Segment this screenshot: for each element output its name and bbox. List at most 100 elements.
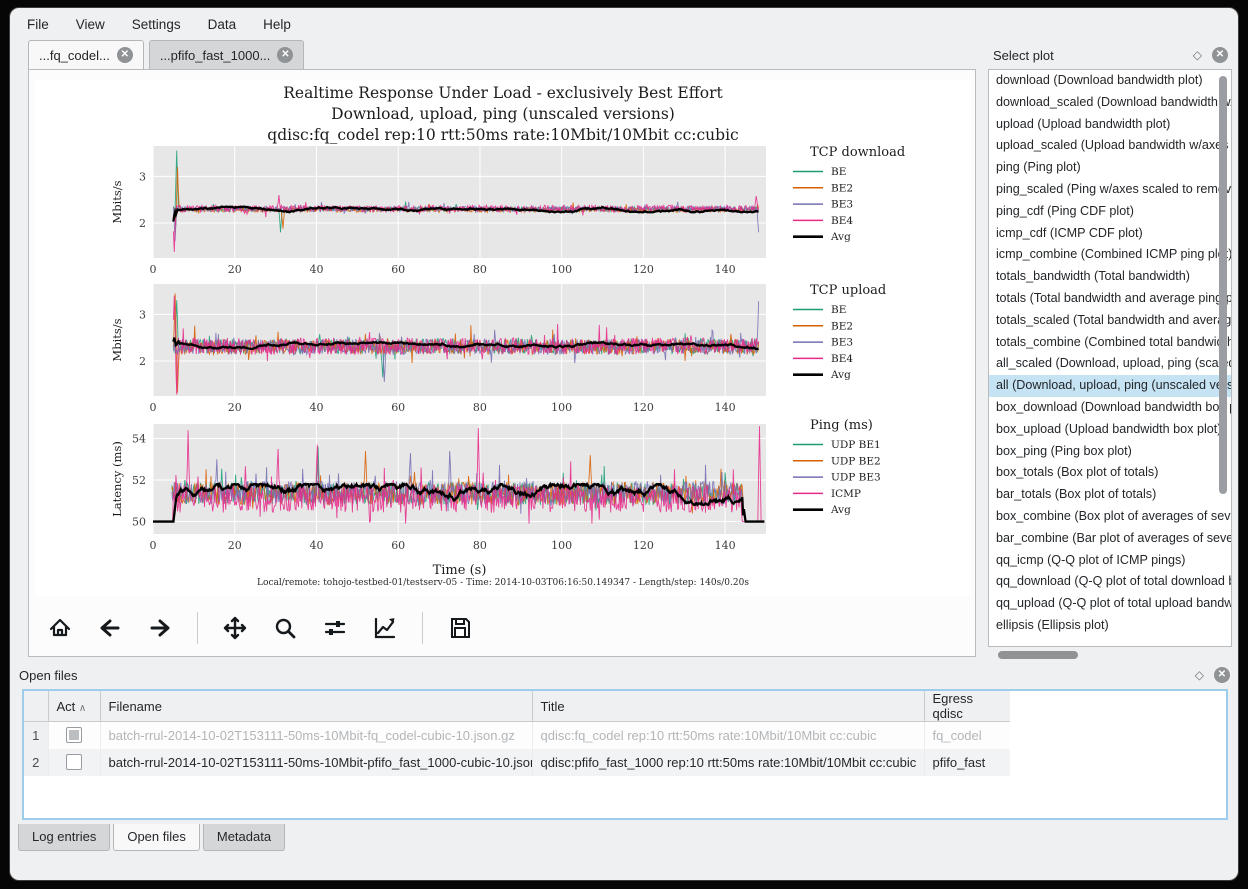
svg-text:100: 100 — [551, 539, 572, 552]
plot-list-item[interactable]: totals_combine (Combined total bandwidth… — [989, 332, 1231, 354]
svg-text:TCP upload: TCP upload — [810, 283, 886, 298]
back-button[interactable] — [93, 611, 127, 645]
filename-column-header[interactable]: Filename — [100, 691, 532, 722]
tab-close-icon[interactable]: ✕ — [117, 47, 133, 63]
dock-close-icon[interactable]: ✕ — [1214, 667, 1230, 683]
menu-file[interactable]: File — [27, 17, 49, 32]
svg-text:Download, upload, ping (unscal: Download, upload, ping (unscaled version… — [331, 105, 675, 123]
forward-button[interactable] — [143, 611, 177, 645]
svg-text:BE2: BE2 — [831, 320, 853, 332]
open-files-dock-header: Open files ◇ ✕ — [12, 664, 1238, 686]
svg-text:2: 2 — [139, 355, 146, 368]
menu-help[interactable]: Help — [263, 17, 291, 32]
zoom-button[interactable] — [268, 611, 302, 645]
open-file-row[interactable]: 1batch-rrul-2014-10-02T153111-50ms-10Mbi… — [24, 722, 1010, 749]
svg-text:2: 2 — [139, 217, 146, 230]
svg-text:0: 0 — [150, 401, 157, 414]
home-button[interactable] — [43, 611, 77, 645]
plot-list-item[interactable]: box_download (Download bandwidth box plo… — [989, 397, 1231, 419]
plot-list-vscrollbar[interactable] — [1219, 76, 1227, 494]
plot-list-item[interactable]: upload_scaled (Upload bandwidth w/axes s… — [989, 135, 1231, 157]
result-tab-0[interactable]: ...fq_codel...✕ — [28, 40, 144, 69]
files-table-header-row: Act ∧ Filename Title Egress qdisc — [24, 691, 1010, 722]
pan-button[interactable] — [218, 611, 252, 645]
figure-svg: Realtime Response Under Load - exclusive… — [35, 80, 971, 596]
menu-data[interactable]: Data — [208, 17, 237, 32]
bottom-tab-log-entries[interactable]: Log entries — [18, 824, 110, 851]
svg-text:20: 20 — [228, 263, 242, 276]
svg-text:60: 60 — [391, 539, 405, 552]
svg-text:Avg: Avg — [830, 369, 851, 381]
plot-list-item[interactable]: download (Download bandwidth plot) — [989, 70, 1231, 92]
result-tab-1[interactable]: ...pfifo_fast_1000...✕ — [149, 40, 305, 69]
plot-list-item[interactable]: ping (Ping plot) — [989, 157, 1231, 179]
plot-type-list: download (Download bandwidth plot)downlo… — [988, 69, 1232, 647]
plot-list-item[interactable]: totals (Total bandwidth and average ping… — [989, 288, 1231, 310]
plot-list-item[interactable]: icmp_cdf (ICMP CDF plot) — [989, 223, 1231, 245]
svg-text:UDP BE1: UDP BE1 — [831, 439, 881, 451]
dock-close-icon[interactable]: ✕ — [1212, 47, 1228, 63]
matplotlib-toolbar — [43, 606, 477, 650]
select-plot-dock: Select plot ◇ ✕ download (Download bandw… — [986, 44, 1234, 662]
title-column-header[interactable]: Title — [532, 691, 924, 722]
subplots-icon — [322, 615, 348, 641]
plot-list-item[interactable]: qq_upload (Q-Q plot of total upload band… — [989, 593, 1231, 615]
pan-icon — [222, 615, 248, 641]
svg-text:Avg: Avg — [830, 231, 851, 243]
plot-list-item[interactable]: qq_icmp (Q-Q plot of ICMP pings) — [989, 550, 1231, 572]
plot-list-item[interactable]: box_ping (Ping box plot) — [989, 441, 1231, 463]
svg-text:BE3: BE3 — [831, 337, 853, 349]
plot-list-item[interactable]: box_totals (Box plot of totals) — [989, 462, 1231, 484]
svg-text:BE4: BE4 — [831, 353, 853, 365]
bottom-tab-open-files[interactable]: Open files — [113, 824, 200, 851]
plot-canvas[interactable]: Realtime Response Under Load - exclusive… — [35, 80, 971, 596]
bottom-tab-metadata[interactable]: Metadata — [203, 824, 285, 851]
forward-icon — [147, 615, 173, 641]
plot-list-item[interactable]: all (Download, upload, ping (unscaled ve… — [989, 375, 1231, 397]
plot-list-item[interactable]: bar_combine (Bar plot of averages of sev… — [989, 528, 1231, 550]
customize-icon — [372, 615, 398, 641]
customize-button[interactable] — [368, 611, 402, 645]
open-file-row[interactable]: 2batch-rrul-2014-10-02T153111-50ms-10Mbi… — [24, 749, 1010, 776]
egress-qdisc-cell: fq_codel — [924, 722, 1010, 749]
plot-list-item[interactable]: ellipsis (Ellipsis plot) — [989, 615, 1231, 637]
active-checkbox[interactable] — [66, 754, 82, 770]
svg-text:3: 3 — [139, 170, 146, 183]
svg-text:Latency (ms): Latency (ms) — [110, 441, 124, 517]
act-column-header[interactable]: Act ∧ — [48, 691, 100, 722]
plot-list-item[interactable]: bar_totals (Box plot of totals) — [989, 484, 1231, 506]
svg-text:UDP BE2: UDP BE2 — [831, 455, 881, 467]
svg-text:Time (s): Time (s) — [433, 563, 487, 578]
plot-list-item[interactable]: icmp_combine (Combined ICMP ping plot) — [989, 244, 1231, 266]
plot-list-item[interactable]: totals_bandwidth (Total bandwidth) — [989, 266, 1231, 288]
svg-text:UDP BE3: UDP BE3 — [831, 472, 881, 484]
plot-list-item[interactable]: box_upload (Upload bandwidth box plot) — [989, 419, 1231, 441]
toolbar-separator — [422, 612, 423, 644]
qdisc-column-header[interactable]: Egress qdisc — [924, 691, 1010, 722]
menu-settings[interactable]: Settings — [132, 17, 181, 32]
plot-list-item[interactable]: upload (Upload bandwidth plot) — [989, 114, 1231, 136]
svg-text:40: 40 — [309, 539, 323, 552]
plot-list-item[interactable]: all_scaled (Download, upload, ping (scal… — [989, 353, 1231, 375]
svg-text:0: 0 — [150, 263, 157, 276]
svg-text:100: 100 — [551, 263, 572, 276]
plot-list-item[interactable]: qq_download (Q-Q plot of total download … — [989, 571, 1231, 593]
subplot-0: 02040608010012014023Mbits/sTCP downloadB… — [110, 145, 905, 276]
svg-text:3: 3 — [139, 308, 146, 321]
svg-text:Local/remote: tohojo-testbed-0: Local/remote: tohojo-testbed-01/testserv… — [257, 578, 749, 588]
tab-close-icon[interactable]: ✕ — [277, 47, 293, 63]
save-button[interactable] — [443, 611, 477, 645]
svg-text:80: 80 — [473, 539, 487, 552]
active-checkbox[interactable] — [66, 727, 82, 743]
menu-view[interactable]: View — [76, 17, 105, 32]
plot-list-item[interactable]: totals_scaled (Total bandwidth and avera… — [989, 310, 1231, 332]
plot-list-hscrollbar[interactable] — [998, 651, 1078, 659]
plot-list-item[interactable]: ping_cdf (Ping CDF plot) — [989, 201, 1231, 223]
dock-float-icon[interactable]: ◇ — [1195, 668, 1204, 682]
dock-float-icon[interactable]: ◇ — [1193, 48, 1202, 62]
plot-list-item[interactable]: ping_scaled (Ping w/axes scaled to remov… — [989, 179, 1231, 201]
plot-list-item[interactable]: download_scaled (Download bandwidth w/ax… — [989, 92, 1231, 114]
subplots-button[interactable] — [318, 611, 352, 645]
plot-list-item[interactable]: box_combine (Box plot of averages of sev… — [989, 506, 1231, 528]
svg-text:120: 120 — [633, 401, 654, 414]
